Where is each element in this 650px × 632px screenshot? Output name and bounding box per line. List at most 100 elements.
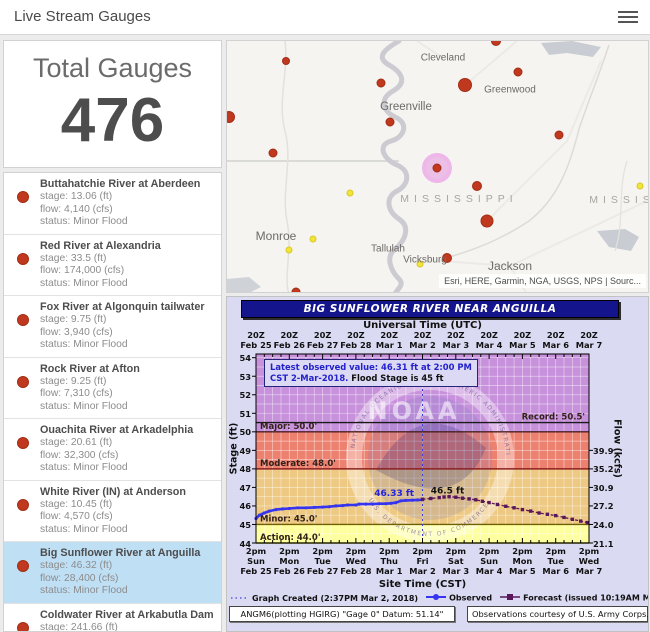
site-date-label: Mar 3 [442,566,469,576]
legend-item: Graph Created (2:37PM Mar 2, 2018) [231,594,418,603]
map-gauge-dot[interactable] [637,183,644,190]
gauge-list-item[interactable]: Ouachita River at Arkadelphiastage: 20.6… [4,419,221,481]
utc-tick-label: 20Z [547,330,565,340]
gauge-list-item[interactable]: Red River at Alexandriastage: 33.5 (ft)f… [4,235,221,297]
utc-tick-label: 20Z [314,330,332,340]
gauge-detail-line: stage: 13.06 (ft) [40,191,215,204]
gauge-detail-line: flow: 4,570 (cfs) [40,511,215,524]
svg-text:Record: 50.5': Record: 50.5' [522,413,585,423]
gauge-list-item[interactable]: Big Sunflower River at Anguillastage: 46… [4,542,221,604]
site-time-tick-label: 2pm [346,546,366,556]
legend-label: Graph Created (2:37PM Mar 2, 2018) [252,594,418,603]
gauge-list-item[interactable]: Rock River at Aftonstage: 9.25 (ft)flow:… [4,358,221,420]
gauge-status-dot [17,314,29,326]
site-date-label: Feb 25 [240,566,271,576]
map-gauge-dot[interactable] [377,79,386,88]
gauge-detail-line: status: Minor Flood [40,524,215,537]
utc-date-label: Mar 2 [409,340,436,350]
gauge-detail-line: stage: 20.61 (ft) [40,437,215,450]
map-gauge-dot[interactable] [458,78,472,92]
utc-date-label: Mar 3 [442,340,469,350]
flow-tick-label: 30.9 [593,483,627,493]
gauge-list-item[interactable]: Buttahatchie River at Aberdeenstage: 13.… [4,173,221,235]
gauge-list-item[interactable]: White River (IN) at Andersonstage: 10.45… [4,481,221,543]
map-city-label: Monroe [256,229,297,243]
total-gauges-title: Total Gauges [4,53,221,84]
svg-text:Moderate: 48.0': Moderate: 48.0' [260,459,336,469]
map-gauge-dot[interactable] [433,164,442,173]
latest-observed-annotation: Latest observed value: 46.31 ft at 2:00 … [264,359,478,387]
utc-date-label: Feb 28 [340,340,371,350]
flow-tick-label: 39.9 [593,446,627,456]
gauge-name: Coldwater River at Arkabutla Dam [40,609,215,622]
utc-tick-label: 20Z [281,330,299,340]
map-panel[interactable]: ClevelandGreenwoodGreenvilleMonroeTallul… [226,40,649,293]
map-gauge-dot[interactable] [292,288,301,294]
site-time-tick-label: 2pm [446,546,466,556]
page-title: Live Stream Gauges [14,8,151,25]
gauge-status-dot [17,437,29,449]
map-attribution: Esri, HERE, Garmin, NGA, USGS, NPS | Sou… [439,274,646,288]
gauge-status-dot [17,376,29,388]
utc-tick-label: 20Z [514,330,532,340]
site-date-label: Feb 28 [340,566,371,576]
map-gauge-dot[interactable] [310,236,317,243]
hamburger-menu-icon[interactable] [618,8,638,26]
gauge-detail-line: stage: 9.75 (ft) [40,314,215,327]
map-gauge-dot[interactable] [386,118,395,127]
legend-label: Observed [449,594,492,603]
utc-tick-label: 20Z [480,330,498,340]
map-gauge-dot[interactable] [555,131,564,140]
utc-date-label: Mar 1 [376,340,403,350]
gauge-detail-line: flow: 7,310 (cfs) [40,388,215,401]
stage-tick-label: 47 [227,483,251,493]
gage-datum-box: ANGM6(plotting HGIRG) "Gage 0" Datum: 51… [229,606,455,622]
utc-tick-label: 20Z [380,330,398,340]
svg-text:Major: 50.0': Major: 50.0' [260,422,317,432]
gauge-detail-line: stage: 9.25 (ft) [40,376,215,389]
forecast-line-icon [500,593,520,603]
svg-text:Minor: 45.0': Minor: 45.0' [260,514,317,524]
map-gauge-dot[interactable] [347,190,354,197]
map-gauge-dot[interactable] [286,247,293,254]
stage-tick-label: 48 [227,464,251,474]
utc-tick-label: 20Z [447,330,465,340]
live-stream-gauges-app: { "header": { "title": "Live Stream Gaug… [0,0,650,632]
gauge-detail-line: status: Minor Flood [40,339,215,352]
site-day-label: Mon [279,556,299,566]
map-city-label: Vicksburg [403,255,447,266]
site-date-label: Mar 4 [476,566,503,576]
site-date-label: Mar 1 [376,566,403,576]
site-day-label: Wed [579,556,599,566]
gauge-list-item[interactable]: Coldwater River at Arkabutla Damstage: 2… [4,604,221,632]
site-day-label: Mon [512,556,532,566]
gauge-detail-line: flow: 4,140 (cfs) [40,204,215,217]
gauge-detail-line: stage: 10.45 (ft) [40,499,215,512]
gauge-list-item[interactable]: Fox River at Algonquin tailwaterstage: 9… [4,296,221,358]
site-time-tick-label: 2pm [546,546,566,556]
site-date-label: Mar 2 [409,566,436,576]
map-gauge-dot[interactable] [269,149,278,158]
stage-tick-label: 52 [227,390,251,400]
site-day-label: Sun [247,556,265,566]
map-gauge-dot[interactable] [514,68,523,77]
gauge-detail-line: stage: 241.66 (ft) [40,622,215,632]
flow-tick-label: 27.2 [593,501,627,511]
stage-tick-label: 49 [227,446,251,456]
site-time-tick-label: 2pm [512,546,532,556]
graph-created-dotted-icon [231,594,249,603]
gauge-detail-line: flow: 32,300 (cfs) [40,450,215,463]
app-header: Live Stream Gauges [0,0,650,35]
annotation-line2-date: CST 2-Mar-2018. [270,373,348,383]
map-gauge-dot[interactable] [481,215,494,228]
site-date-label: Mar 5 [509,566,536,576]
gauge-detail-line: flow: 174,000 (cfs) [40,265,215,278]
map-city-label: Jackson [488,259,532,273]
stage-tick-label: 51 [227,409,251,419]
stage-tick-label: 50 [227,427,251,437]
site-day-label: Tue [314,556,330,566]
map-gauge-dot[interactable] [472,181,482,191]
map-gauge-dot[interactable] [282,57,290,65]
legend-item: Forecast (issued 10:19AM Mar 2) [500,593,649,603]
gauge-status-dot [17,191,29,203]
